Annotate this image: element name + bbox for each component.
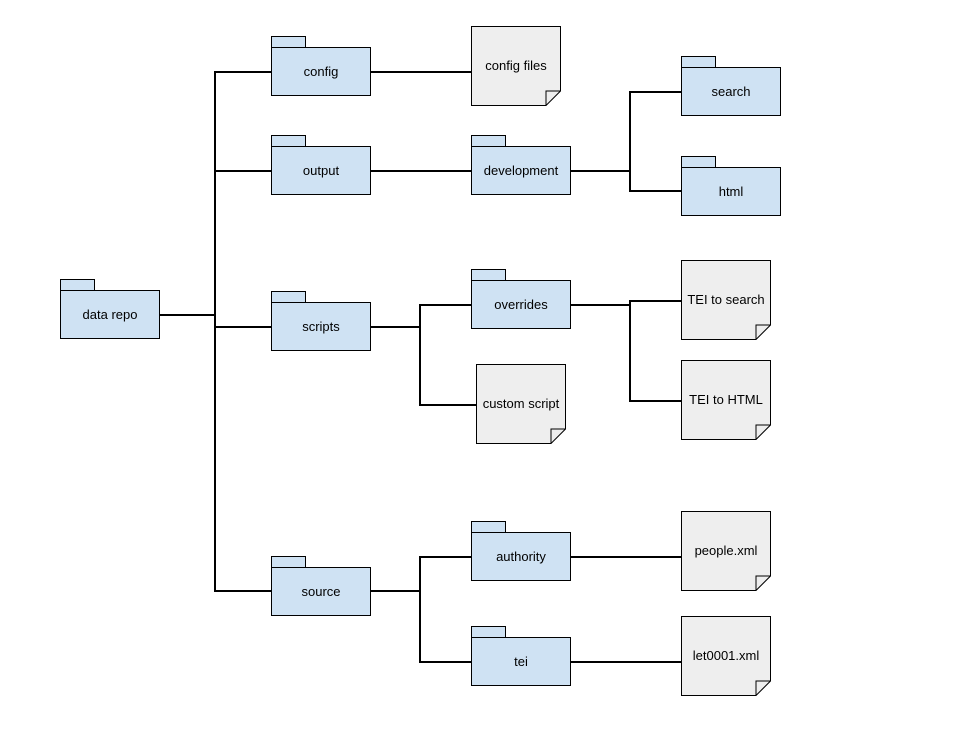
connector — [419, 304, 421, 406]
folder-label: html — [681, 167, 781, 216]
folder-label: authority — [471, 532, 571, 581]
connector — [214, 71, 216, 592]
folder-label: data repo — [60, 290, 160, 339]
folder-scripts: scripts — [271, 291, 371, 351]
folder-output: output — [271, 135, 371, 195]
connector — [571, 170, 631, 172]
file-tei-to-html: TEI to HTML — [681, 360, 771, 440]
connector — [571, 661, 681, 663]
connector — [571, 304, 631, 306]
folder-label: output — [271, 146, 371, 195]
connector — [419, 404, 476, 406]
folder-search: search — [681, 56, 781, 116]
folder-label: overrides — [471, 280, 571, 329]
file-custom-script: custom script — [476, 364, 566, 444]
connector — [371, 590, 421, 592]
connector — [629, 300, 681, 302]
folder-development: development — [471, 135, 571, 195]
connector — [629, 300, 631, 402]
folder-label: development — [471, 146, 571, 195]
file-config-files: config files — [471, 26, 561, 106]
connector — [629, 190, 681, 192]
folder-overrides: overrides — [471, 269, 571, 329]
file-tei-to-search: TEI to search — [681, 260, 771, 340]
connector — [371, 71, 471, 73]
connector — [629, 91, 631, 192]
folder-label: tei — [471, 637, 571, 686]
folder-authority: authority — [471, 521, 571, 581]
file-people-xml: people.xml — [681, 511, 771, 591]
connector — [160, 314, 216, 316]
file-label: TEI to HTML — [681, 360, 771, 440]
folder-label: search — [681, 67, 781, 116]
connector — [214, 71, 272, 73]
folder-data-repo: data repo — [60, 279, 160, 339]
connector — [419, 661, 471, 663]
connector — [419, 304, 471, 306]
file-label: let0001.xml — [681, 616, 771, 696]
connector — [571, 556, 681, 558]
folder-label: config — [271, 47, 371, 96]
connector — [629, 91, 681, 93]
connector — [214, 590, 272, 592]
folder-config: config — [271, 36, 371, 96]
file-label: config files — [471, 26, 561, 106]
diagram-canvas: data repo config output scripts source develo… — [0, 0, 953, 731]
connector — [629, 400, 681, 402]
connector — [214, 326, 272, 328]
connector — [371, 326, 421, 328]
file-label: custom script — [476, 364, 566, 444]
folder-source: source — [271, 556, 371, 616]
connector — [419, 556, 471, 558]
folder-label: source — [271, 567, 371, 616]
file-label: people.xml — [681, 511, 771, 591]
connector — [214, 170, 272, 172]
connector — [419, 556, 421, 663]
folder-label: scripts — [271, 302, 371, 351]
file-label: TEI to search — [681, 260, 771, 340]
folder-tei: tei — [471, 626, 571, 686]
file-let0001-xml: let0001.xml — [681, 616, 771, 696]
connector — [371, 170, 471, 172]
folder-html: html — [681, 156, 781, 216]
